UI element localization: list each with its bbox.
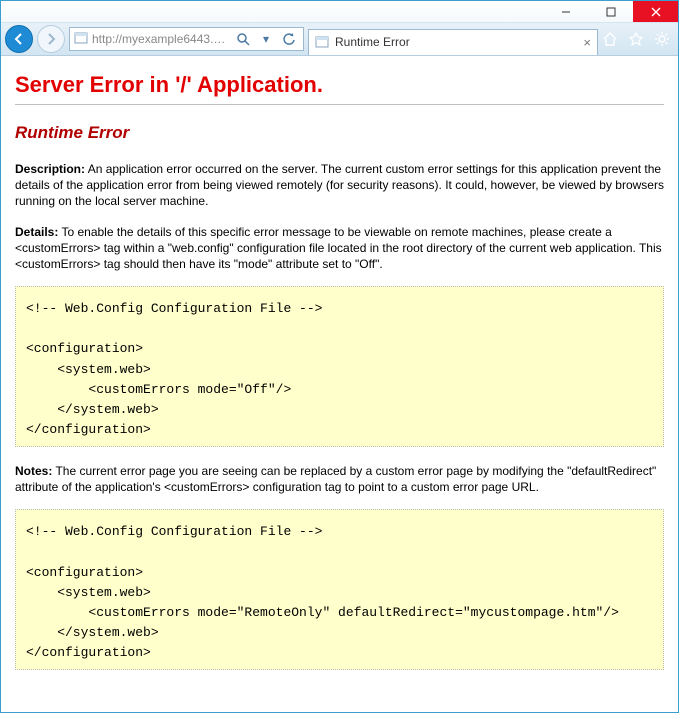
search-button[interactable] <box>233 29 253 49</box>
toolbar-right <box>602 31 672 47</box>
window-titlebar <box>1 1 678 23</box>
page-favicon-icon <box>74 31 88 48</box>
page-title: Server Error in '/' Application. <box>15 72 664 98</box>
details-label: Details: <box>15 225 58 239</box>
description-text: An application error occurred on the ser… <box>15 162 664 208</box>
notes-paragraph: Notes: The current error page you are se… <box>15 463 664 495</box>
code-text-2: <!-- Web.Config Configuration File --> <… <box>26 522 653 663</box>
description-paragraph: Description: An application error occurr… <box>15 161 664 210</box>
address-url: http://myexample6443.azurewe... <box>92 32 229 46</box>
home-button[interactable] <box>602 31 618 47</box>
description-label: Description: <box>15 162 85 176</box>
code-block-1: <!-- Web.Config Configuration File --> <… <box>15 286 664 447</box>
arrow-right-icon <box>44 32 58 46</box>
code-block-2: <!-- Web.Config Configuration File --> <… <box>15 509 664 670</box>
notes-text: The current error page you are seeing ca… <box>15 464 656 494</box>
browser-tab[interactable]: Runtime Error × <box>308 29 598 55</box>
nav-forward-button[interactable] <box>37 25 65 53</box>
star-icon <box>628 31 644 47</box>
home-icon <box>602 31 618 47</box>
refresh-button[interactable] <box>279 29 299 49</box>
gear-icon <box>654 31 670 47</box>
tab-title: Runtime Error <box>335 35 577 49</box>
notes-label: Notes: <box>15 464 52 478</box>
error-heading: Runtime Error <box>15 123 664 143</box>
dropdown-button[interactable]: ▾ <box>256 29 276 49</box>
tools-button[interactable] <box>654 31 670 47</box>
window-maximize-button[interactable] <box>588 1 633 22</box>
refresh-icon <box>282 32 296 46</box>
divider <box>15 104 664 105</box>
tab-favicon-icon <box>315 35 329 49</box>
arrow-left-icon <box>12 32 26 46</box>
tab-close-button[interactable]: × <box>583 35 591 50</box>
nav-back-button[interactable] <box>5 25 33 53</box>
page-content: Server Error in '/' Application. Runtime… <box>1 56 678 712</box>
window-close-button[interactable] <box>633 1 678 22</box>
code-text-1: <!-- Web.Config Configuration File --> <… <box>26 299 653 440</box>
search-icon <box>236 32 250 46</box>
details-paragraph: Details: To enable the details of this s… <box>15 224 664 273</box>
details-text: To enable the details of this specific e… <box>15 225 662 271</box>
window-minimize-button[interactable] <box>543 1 588 22</box>
favorites-button[interactable] <box>628 31 644 47</box>
browser-navbar: http://myexample6443.azurewe... ▾ Runtim… <box>1 23 678 56</box>
address-bar[interactable]: http://myexample6443.azurewe... ▾ <box>69 27 304 51</box>
